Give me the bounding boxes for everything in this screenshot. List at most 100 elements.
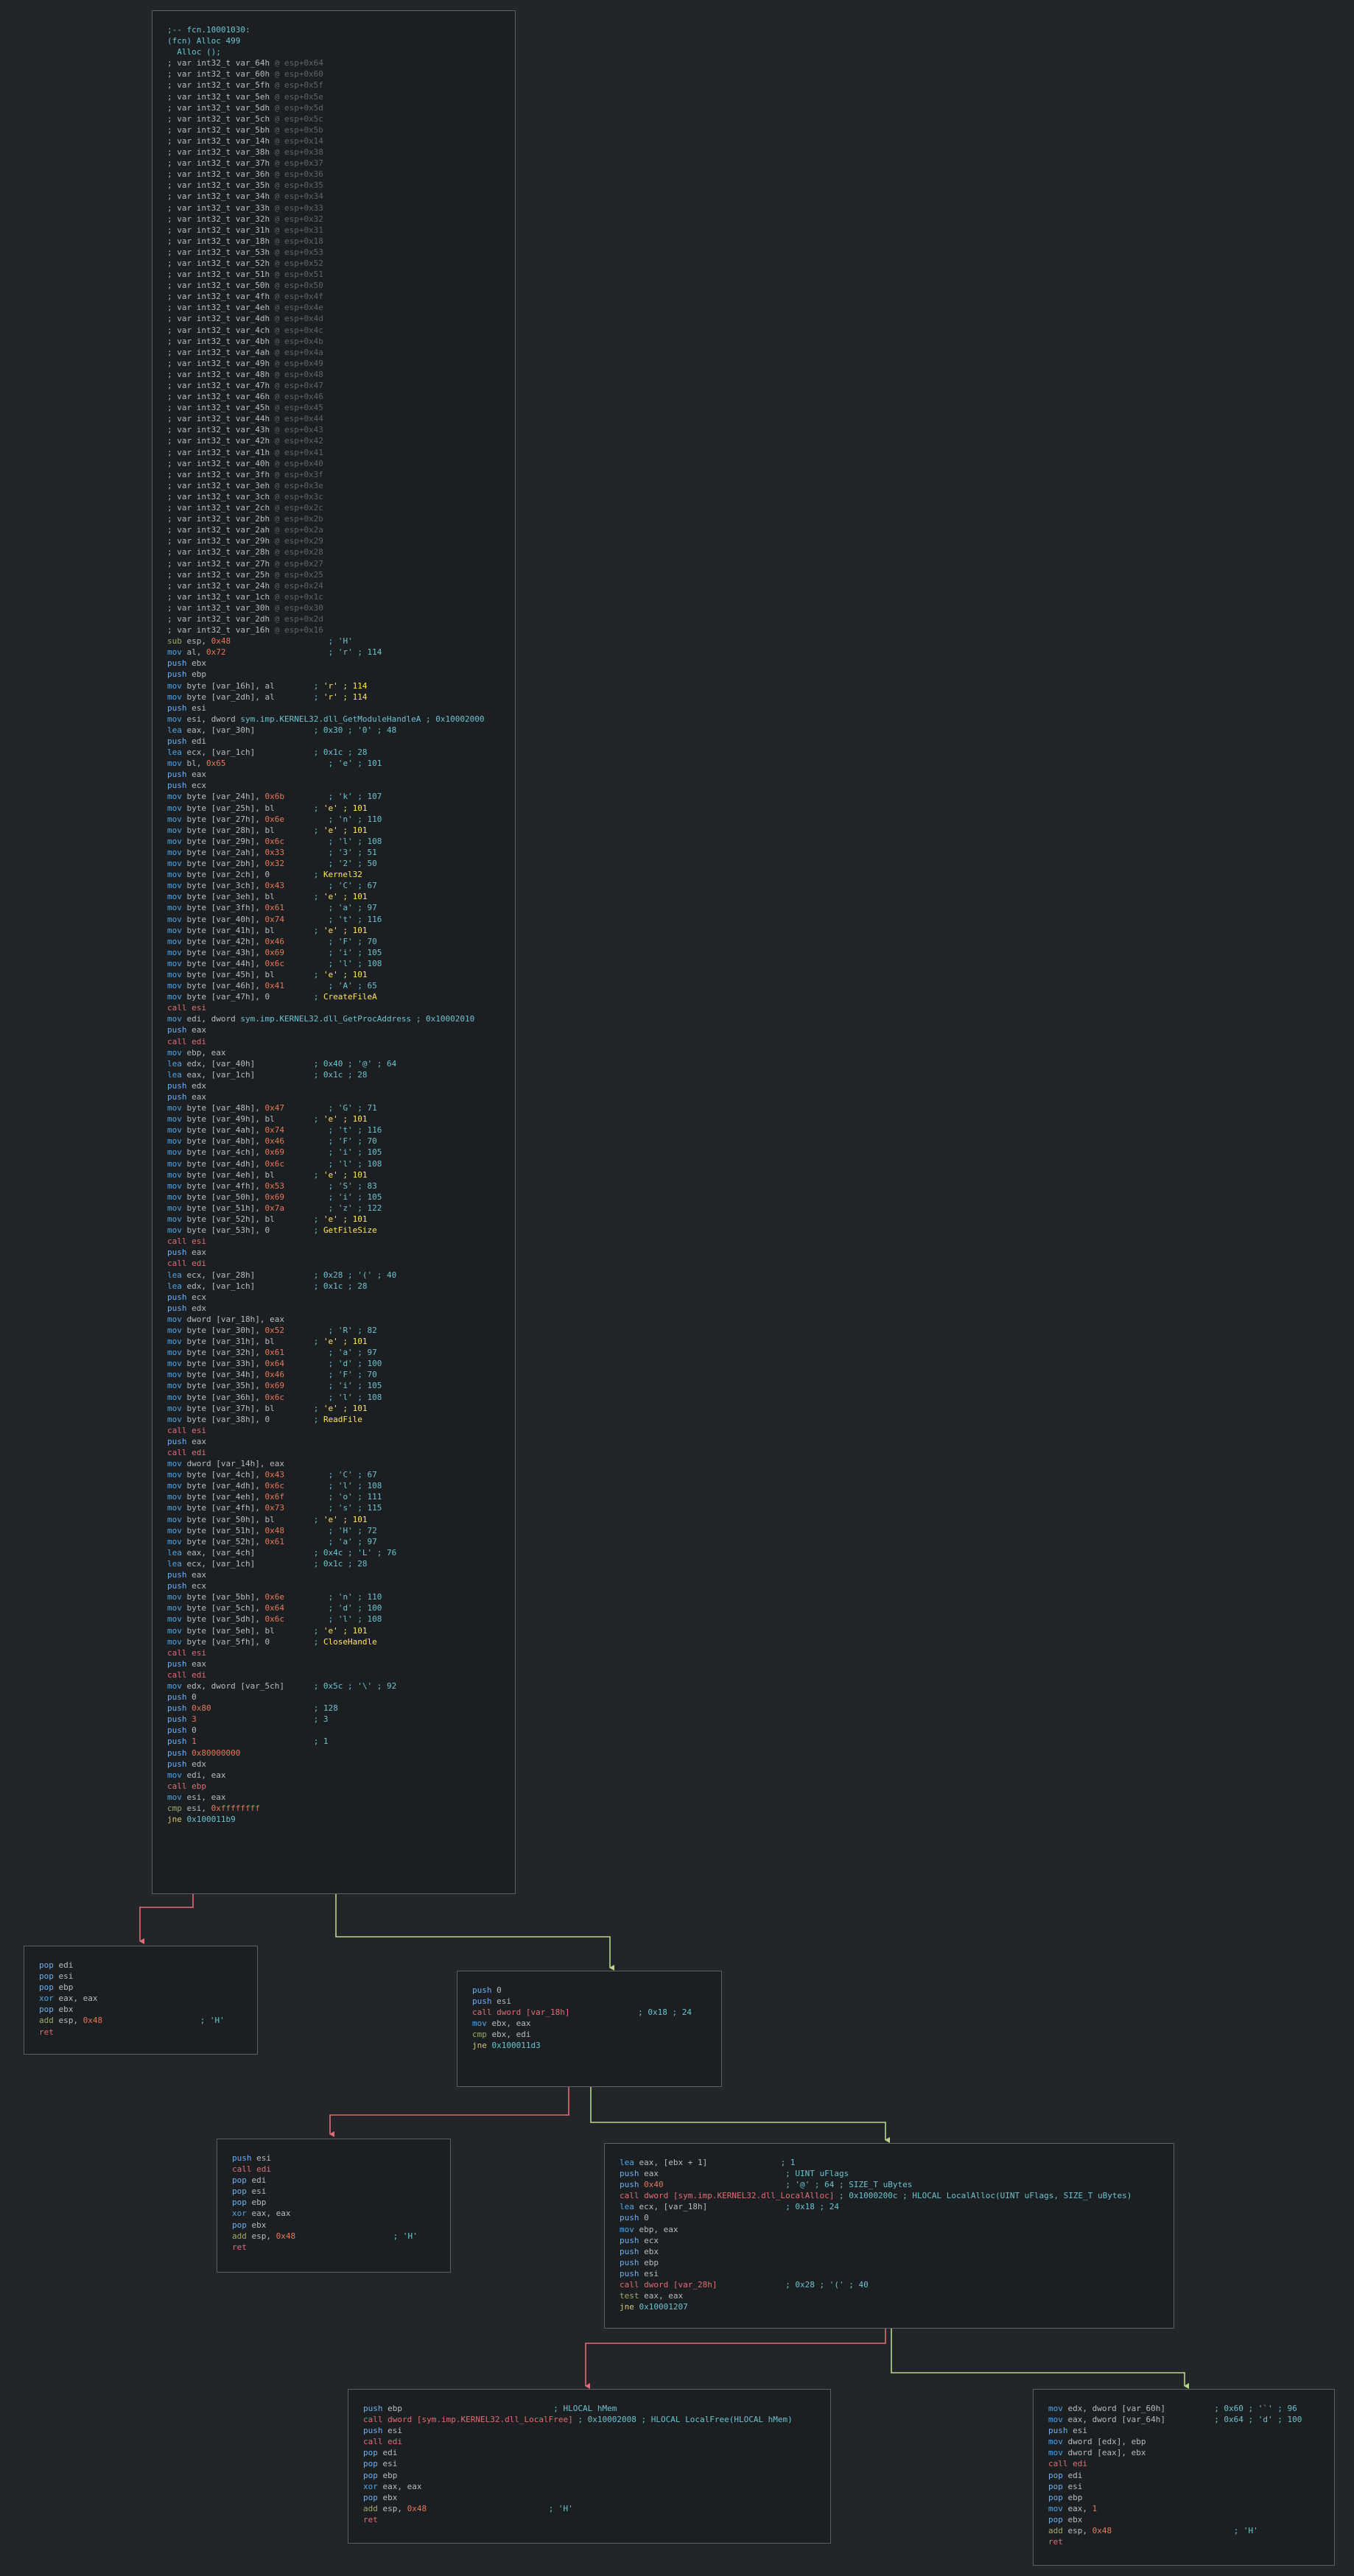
asm-line[interactable]: ; var int32_t var_44h @ esp+0x44	[167, 413, 500, 424]
asm-line[interactable]: mov byte [var_47h], 0 ; CreateFileA	[167, 991, 500, 1002]
asm-line[interactable]: ; var int32_t var_5ch @ esp+0x5c	[167, 113, 500, 124]
asm-line[interactable]: mov ebp, eax	[620, 2224, 1159, 2235]
asm-line[interactable]: mov byte [var_3ch], 0x43 ; 'C' ; 67	[167, 880, 500, 891]
asm-line[interactable]: pop esi	[232, 2186, 435, 2197]
asm-line[interactable]: call edi	[167, 1669, 500, 1681]
asm-line[interactable]: ; var int32_t var_3eh @ esp+0x3e	[167, 480, 500, 491]
asm-line[interactable]: push ebp ; HLOCAL hMem	[363, 2403, 815, 2414]
asm-line[interactable]: call dword [sym.imp.KERNEL32.dll_LocalAl…	[620, 2190, 1159, 2201]
asm-line[interactable]: lea eax, [var_1ch] ; 0x1c ; 28	[167, 1069, 500, 1080]
asm-line[interactable]: mov byte [var_42h], 0x46 ; 'F' ; 70	[167, 936, 500, 947]
asm-line[interactable]: ; var int32_t var_2bh @ esp+0x2b	[167, 513, 500, 524]
asm-line[interactable]: push eax	[167, 1091, 500, 1102]
asm-line[interactable]: push eax	[167, 1658, 500, 1669]
asm-line[interactable]: push eax	[167, 1569, 500, 1580]
asm-line[interactable]: push eax	[167, 1247, 500, 1258]
asm-line[interactable]: xor eax, eax	[232, 2208, 435, 2219]
asm-line[interactable]: pop ebx	[232, 2220, 435, 2231]
asm-line[interactable]: pop ebx	[363, 2492, 815, 2503]
asm-line[interactable]: call esi	[167, 1425, 500, 1436]
asm-line[interactable]: call edi	[167, 1258, 500, 1269]
asm-line[interactable]: ; var int32_t var_3fh @ esp+0x3f	[167, 469, 500, 480]
asm-line[interactable]: ; var int32_t var_4fh @ esp+0x4f	[167, 291, 500, 302]
asm-line[interactable]: ; var int32_t var_30h @ esp+0x30	[167, 602, 500, 613]
asm-line[interactable]: lea edx, [var_40h] ; 0x40 ; '@' ; 64	[167, 1058, 500, 1069]
asm-line[interactable]: ; var int32_t var_29h @ esp+0x29	[167, 535, 500, 546]
asm-line[interactable]: mov al, 0x72 ; 'r' ; 114	[167, 647, 500, 658]
asm-line[interactable]: push esi	[1048, 2425, 1319, 2436]
asm-line[interactable]: mov byte [var_2ah], 0x33 ; '3' ; 51	[167, 847, 500, 858]
asm-line[interactable]: mov byte [var_37h], bl ; 'e' ; 101	[167, 1403, 500, 1414]
basic-block-entry-alloc[interactable]: ;-- fcn.10001030: (fcn) Alloc 499 Alloc (…	[152, 10, 516, 1894]
asm-line[interactable]: mov byte [var_45h], bl ; 'e' ; 101	[167, 969, 500, 980]
asm-line[interactable]: lea ecx, [var_1ch] ; 0x1c ; 28	[167, 1558, 500, 1569]
asm-line[interactable]: ; var int32_t var_28h @ esp+0x28	[167, 546, 500, 557]
asm-line[interactable]: call esi	[167, 1236, 500, 1247]
asm-line[interactable]: push ecx	[620, 2235, 1159, 2246]
asm-line[interactable]: ; var int32_t var_2ah @ esp+0x2a	[167, 524, 500, 535]
asm-line[interactable]: mov byte [var_36h], 0x6c ; 'l' ; 108	[167, 1392, 500, 1403]
asm-line[interactable]: mov byte [var_4dh], 0x6c ; 'l' ; 108	[167, 1158, 500, 1169]
asm-line[interactable]: push edi	[167, 736, 500, 747]
asm-line[interactable]: ; var int32_t var_14h @ esp+0x14	[167, 136, 500, 147]
asm-line[interactable]: call esi	[167, 1647, 500, 1658]
asm-line[interactable]: lea ecx, [var_1ch] ; 0x1c ; 28	[167, 747, 500, 758]
asm-line[interactable]: mov dword [edx], ebp	[1048, 2436, 1319, 2447]
asm-line[interactable]: add esp, 0x48 ; 'H'	[39, 2015, 242, 2026]
asm-line[interactable]: call dword [sym.imp.KERNEL32.dll_LocalFr…	[363, 2414, 815, 2425]
asm-line[interactable]: ; var int32_t var_51h @ esp+0x51	[167, 269, 500, 280]
asm-line[interactable]: mov byte [var_4bh], 0x46 ; 'F' ; 70	[167, 1136, 500, 1147]
asm-line[interactable]: mov byte [var_4eh], 0x6f ; 'o' ; 111	[167, 1491, 500, 1502]
asm-line[interactable]: ret	[363, 2514, 815, 2525]
asm-line[interactable]: pop ebx	[1048, 2514, 1319, 2525]
asm-line[interactable]: test eax, eax	[620, 2290, 1159, 2301]
asm-line[interactable]: mov edi, eax	[167, 1770, 500, 1781]
asm-line[interactable]: mov dword [var_18h], eax	[167, 1314, 500, 1325]
asm-line[interactable]: mov esi, dword sym.imp.KERNEL32.dll_GetM…	[167, 714, 500, 725]
asm-line[interactable]: call edi	[1048, 2458, 1319, 2469]
basic-block-localalloc-readfile[interactable]: lea eax, [ebx + 1] ; 1 push eax ; UINT uF…	[604, 2143, 1174, 2329]
asm-line[interactable]: lea eax, [var_30h] ; 0x30 ; '0' ; 48	[167, 725, 500, 736]
asm-line[interactable]: ; var int32_t var_38h @ esp+0x38	[167, 147, 500, 158]
asm-line[interactable]: push 0	[472, 1985, 706, 1996]
asm-line[interactable]: lea edx, [var_1ch] ; 0x1c ; 28	[167, 1281, 500, 1292]
basic-block-success-return[interactable]: mov edx, dword [var_60h] ; 0x60 ; '`' ; …	[1033, 2389, 1335, 2566]
asm-line[interactable]: mov edi, dword sym.imp.KERNEL32.dll_GetP…	[167, 1013, 500, 1024]
asm-line[interactable]: mov byte [var_43h], 0x69 ; 'i' ; 105	[167, 947, 500, 958]
asm-line[interactable]: mov ebp, eax	[167, 1047, 500, 1058]
asm-line[interactable]: push 0	[167, 1692, 500, 1703]
asm-line[interactable]: ; var int32_t var_31h @ esp+0x31	[167, 225, 500, 236]
asm-line[interactable]: mov ebx, eax	[472, 2018, 706, 2029]
asm-line[interactable]: push 0x40 ; '@' ; 64 ; SIZE_T uBytes	[620, 2179, 1159, 2190]
asm-line[interactable]: push 1 ; 1	[167, 1736, 500, 1747]
asm-line[interactable]: lea eax, [var_4ch] ; 0x4c ; 'L' ; 76	[167, 1547, 500, 1558]
asm-line[interactable]: ; var int32_t var_47h @ esp+0x47	[167, 380, 500, 391]
asm-line[interactable]: ; var int32_t var_5fh @ esp+0x5f	[167, 80, 500, 91]
asm-line[interactable]: mov byte [var_44h], 0x6c ; 'l' ; 108	[167, 958, 500, 969]
asm-line[interactable]: mov byte [var_30h], 0x52 ; 'R' ; 82	[167, 1325, 500, 1336]
asm-line[interactable]: push esi	[472, 1996, 706, 2007]
asm-line[interactable]: mov byte [var_29h], 0x6c ; 'l' ; 108	[167, 836, 500, 847]
asm-line[interactable]: mov byte [var_5dh], 0x6c ; 'l' ; 108	[167, 1613, 500, 1625]
asm-line[interactable]: ; var int32_t var_4eh @ esp+0x4e	[167, 302, 500, 313]
asm-line[interactable]: ; var int32_t var_49h @ esp+0x49	[167, 358, 500, 369]
asm-line[interactable]: mov byte [var_2dh], al ; 'r' ; 114	[167, 691, 500, 703]
asm-line[interactable]: pop edi	[39, 1960, 242, 1971]
asm-line[interactable]: push esi	[232, 2153, 435, 2164]
asm-line[interactable]: sub esp, 0x48 ; 'H'	[167, 636, 500, 647]
basic-block-localfree-return[interactable]: push ebp ; HLOCAL hMem call dword [sym.im…	[348, 2389, 831, 2544]
asm-line[interactable]: mov byte [var_35h], 0x69 ; 'i' ; 105	[167, 1380, 500, 1391]
asm-line[interactable]: mov edx, dword [var_5ch] ; 0x5c ; '\' ; …	[167, 1681, 500, 1692]
asm-line[interactable]: ; var int32_t var_42h @ esp+0x42	[167, 435, 500, 446]
asm-line[interactable]: mov eax, 1	[1048, 2503, 1319, 2514]
asm-line[interactable]: call esi	[167, 1002, 500, 1013]
asm-line[interactable]: mov byte [var_4ch], 0x69 ; 'i' ; 105	[167, 1147, 500, 1158]
asm-line[interactable]: ; var int32_t var_25h @ esp+0x25	[167, 569, 500, 580]
asm-line[interactable]: mov byte [var_52h], 0x61 ; 'a' ; 97	[167, 1536, 500, 1547]
asm-line[interactable]: mov byte [var_31h], bl ; 'e' ; 101	[167, 1336, 500, 1347]
asm-line[interactable]: mov byte [var_33h], 0x64 ; 'd' ; 100	[167, 1358, 500, 1369]
asm-line[interactable]: ; var int32_t var_5dh @ esp+0x5d	[167, 102, 500, 113]
asm-line[interactable]: ; var int32_t var_52h @ esp+0x52	[167, 258, 500, 269]
asm-line[interactable]: ; var int32_t var_16h @ esp+0x16	[167, 624, 500, 636]
asm-line[interactable]: call edi	[167, 1447, 500, 1458]
